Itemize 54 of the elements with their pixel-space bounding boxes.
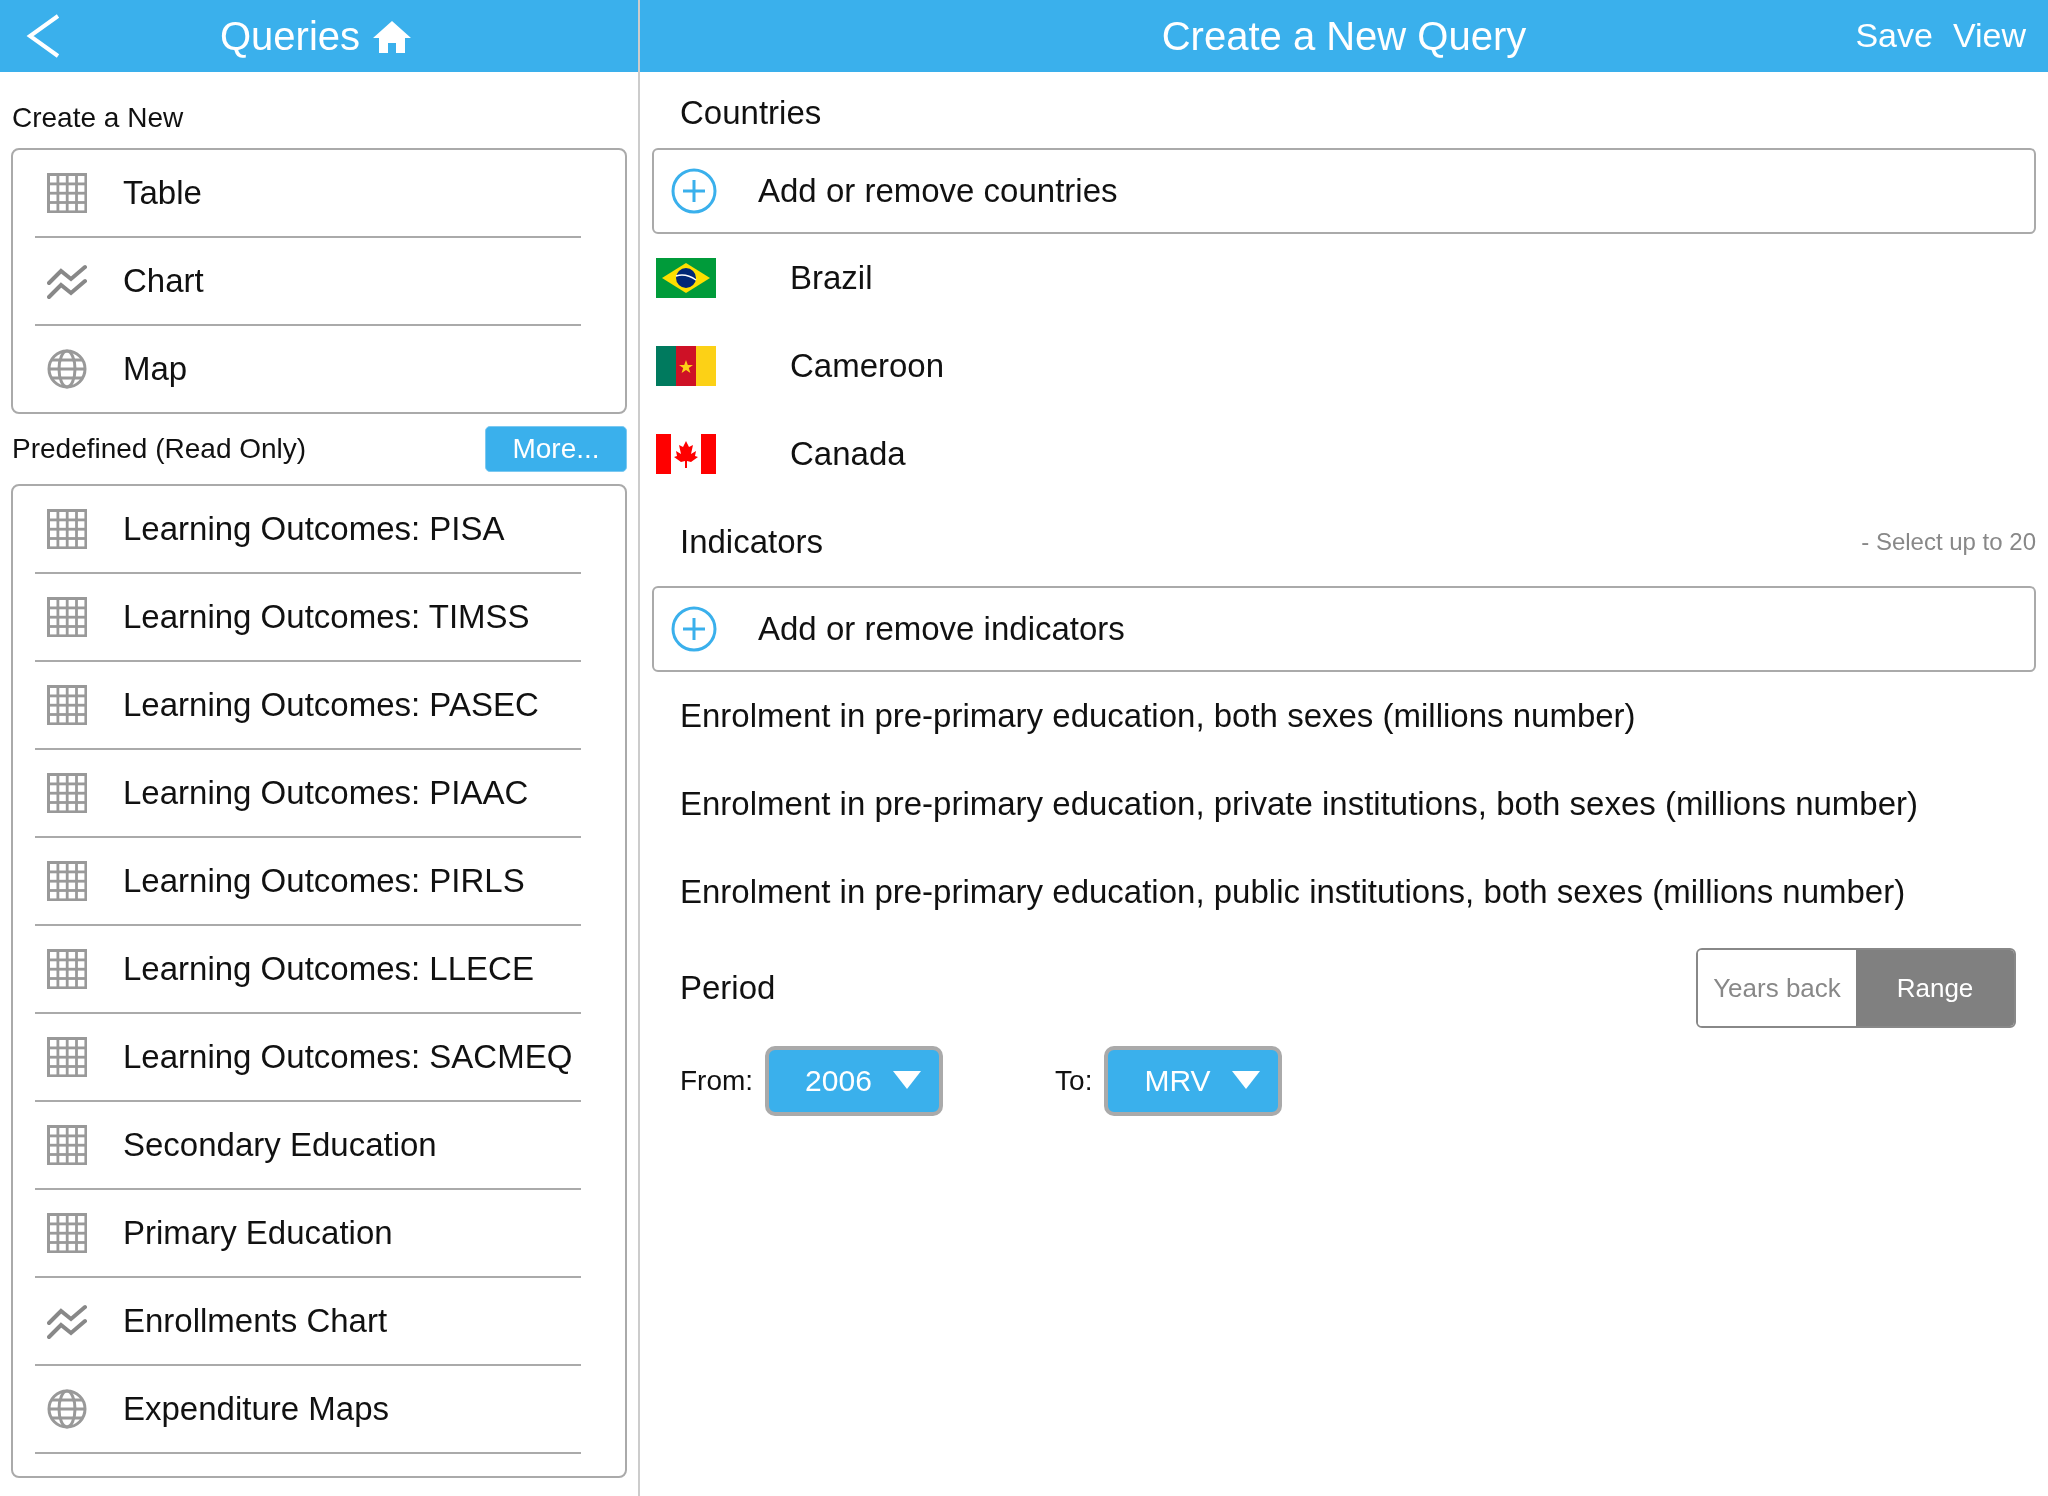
list-item[interactable]: Enrollments Chart (35, 1278, 581, 1366)
field-label: From: (680, 1065, 754, 1097)
section-label: Countries (679, 93, 823, 133)
grid-icon (47, 861, 87, 901)
country-name: Brazil (790, 259, 873, 297)
section-label: Period (680, 969, 776, 1007)
plus-circle-icon (670, 167, 718, 215)
list-item[interactable]: Learning Outcomes: PIRLS (35, 838, 581, 926)
grid-icon (47, 597, 87, 637)
grid-icon (47, 1037, 87, 1077)
list-item[interactable]: Expenditure Maps (35, 1366, 581, 1454)
indicator-name: Enrolment in pre-primary education, both sexes (millions number) (679, 696, 1637, 736)
list-item[interactable]: Learning Outcomes: PIAAC (35, 750, 581, 838)
grid-icon (47, 173, 87, 213)
list-item[interactable]: Chart (35, 238, 581, 326)
list-item[interactable]: Table (35, 150, 581, 238)
list-item[interactable]: Learning Outcomes: LLECE (35, 926, 581, 1014)
sidebar-title: Queries (220, 14, 361, 59)
grid-icon (47, 509, 87, 549)
section-label: Predefined (Read Only) (12, 433, 307, 465)
indicator-name: Enrolment in pre-primary education, private institutions, both sexes (millions number) (679, 784, 1920, 824)
list-item[interactable]: Primary Education (35, 1190, 581, 1278)
list-item[interactable]: Map (35, 326, 581, 412)
indicator-name: Enrolment in pre-primary education, public institutions, both sexes (millions number) (679, 872, 1907, 912)
section-label: Create a New (11, 101, 185, 135)
flag-icon (656, 258, 716, 298)
back-chevron-icon (26, 14, 62, 58)
plus-circle-icon (670, 605, 718, 653)
list-item[interactable]: Learning Outcomes: PASEC (35, 662, 581, 750)
home-icon (372, 18, 413, 55)
globe-icon (47, 349, 87, 389)
field-label: To: (1055, 1065, 1093, 1097)
globe-icon (47, 1389, 87, 1429)
list-item[interactable]: Learning Outcomes: PISA (35, 486, 581, 574)
flag-icon (656, 346, 716, 386)
hint-text: - Select up to 20 (1861, 528, 2036, 556)
list-item[interactable]: Learning Outcomes: SACMEQ (35, 1014, 581, 1102)
section-label: Indicators (680, 523, 824, 561)
caret-icon (1232, 1071, 1261, 1091)
caret-icon (893, 1071, 922, 1091)
grid-icon (47, 1213, 87, 1253)
page-title: Create a New Query (1161, 13, 1527, 59)
country-name: Canada (790, 435, 906, 473)
flag-icon (656, 434, 716, 474)
add-indicators-button[interactable]: Add or remove indicators (652, 586, 2036, 672)
add-countries-button[interactable]: Add or remove countries (652, 148, 2036, 234)
grid-icon (47, 1125, 87, 1165)
grid-icon (47, 685, 87, 725)
country-name: Cameroon (790, 347, 945, 385)
list-item[interactable]: Secondary Education (35, 1102, 581, 1190)
grid-icon (47, 773, 87, 813)
list-item[interactable]: Learning Outcomes: TIMSS (35, 574, 581, 662)
segment-tab[interactable]: Range (1856, 950, 2014, 1026)
grid-icon (47, 949, 87, 989)
